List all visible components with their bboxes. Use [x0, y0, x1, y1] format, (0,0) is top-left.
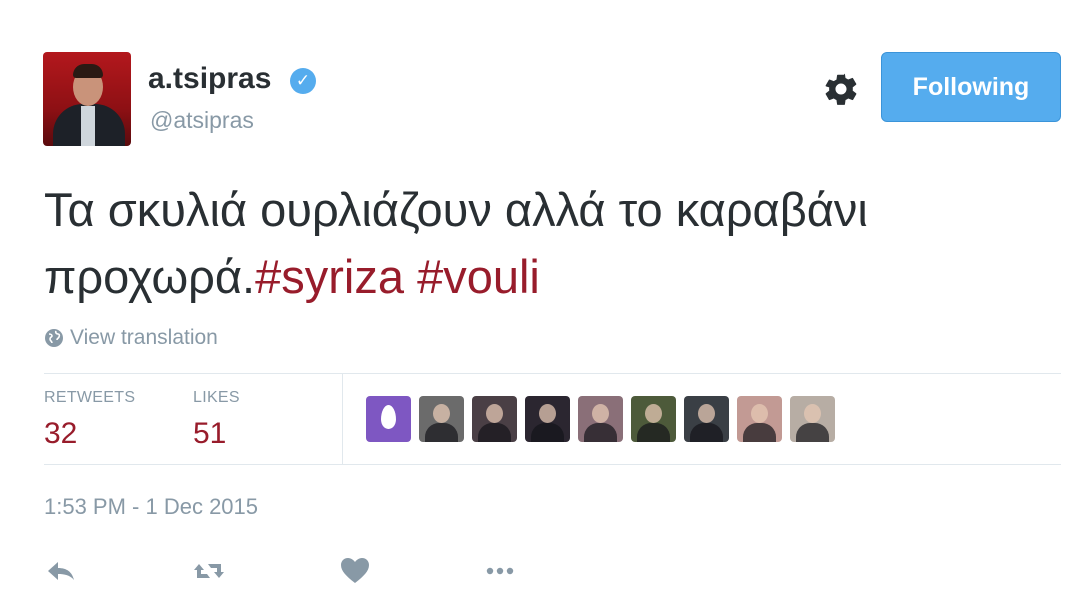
- tweet-card: a.tsipras ✓ @atsipras Following Τα σκυλι…: [0, 0, 1074, 600]
- retweet-icon[interactable]: [192, 556, 226, 586]
- gear-icon[interactable]: [822, 70, 860, 108]
- egg-icon: [381, 405, 396, 429]
- person-silhouette-icon: [804, 404, 821, 423]
- person-silhouette-icon: [592, 404, 609, 423]
- display-name[interactable]: a.tsipras: [148, 62, 271, 96]
- following-button[interactable]: Following: [881, 52, 1061, 122]
- photo-avatar-4[interactable]: [525, 396, 570, 442]
- view-translation-link[interactable]: View translation: [44, 326, 218, 350]
- retweets-label[interactable]: RETWEETS: [44, 389, 135, 407]
- photo-avatar-9[interactable]: [790, 396, 835, 442]
- photo-avatar-6[interactable]: [631, 396, 676, 442]
- photo-avatar-7[interactable]: [684, 396, 729, 442]
- retweets-count[interactable]: 32: [44, 417, 77, 451]
- view-translation-label: View translation: [70, 326, 218, 349]
- reply-icon[interactable]: [44, 556, 78, 586]
- hashtag-vouli[interactable]: #vouli: [417, 250, 540, 303]
- photo-avatar-5[interactable]: [578, 396, 623, 442]
- user-handle[interactable]: @atsipras: [150, 107, 254, 134]
- photo-avatar-8[interactable]: [737, 396, 782, 442]
- globe-icon: [45, 329, 63, 347]
- stats-divider-top: [44, 373, 1061, 374]
- person-silhouette-icon: [486, 404, 503, 423]
- like-heart-icon[interactable]: [338, 556, 372, 586]
- likes-count[interactable]: 51: [193, 417, 226, 451]
- more-options-icon[interactable]: [483, 556, 517, 586]
- egg-avatar-1[interactable]: [366, 396, 411, 442]
- person-silhouette-icon: [698, 404, 715, 423]
- verified-badge-icon: ✓: [290, 68, 316, 94]
- person-silhouette-icon: [539, 404, 556, 423]
- photo-avatar-3[interactable]: [472, 396, 517, 442]
- likes-label[interactable]: LIKES: [193, 389, 240, 407]
- tweet-text: Τα σκυλιά ουρλιάζουν αλλά το καραβάνι πρ…: [44, 176, 1044, 310]
- stats-divider-bottom: [44, 464, 1061, 465]
- stats-divider-vertical: [342, 374, 343, 464]
- person-silhouette-icon: [433, 404, 450, 423]
- person-silhouette-icon: [751, 404, 768, 423]
- avatar[interactable]: [43, 52, 131, 146]
- hashtag-syriza[interactable]: #syriza: [255, 250, 404, 303]
- timestamp[interactable]: 1:53 PM - 1 Dec 2015: [44, 494, 258, 520]
- photo-avatar-2[interactable]: [419, 396, 464, 442]
- person-silhouette-icon: [645, 404, 662, 423]
